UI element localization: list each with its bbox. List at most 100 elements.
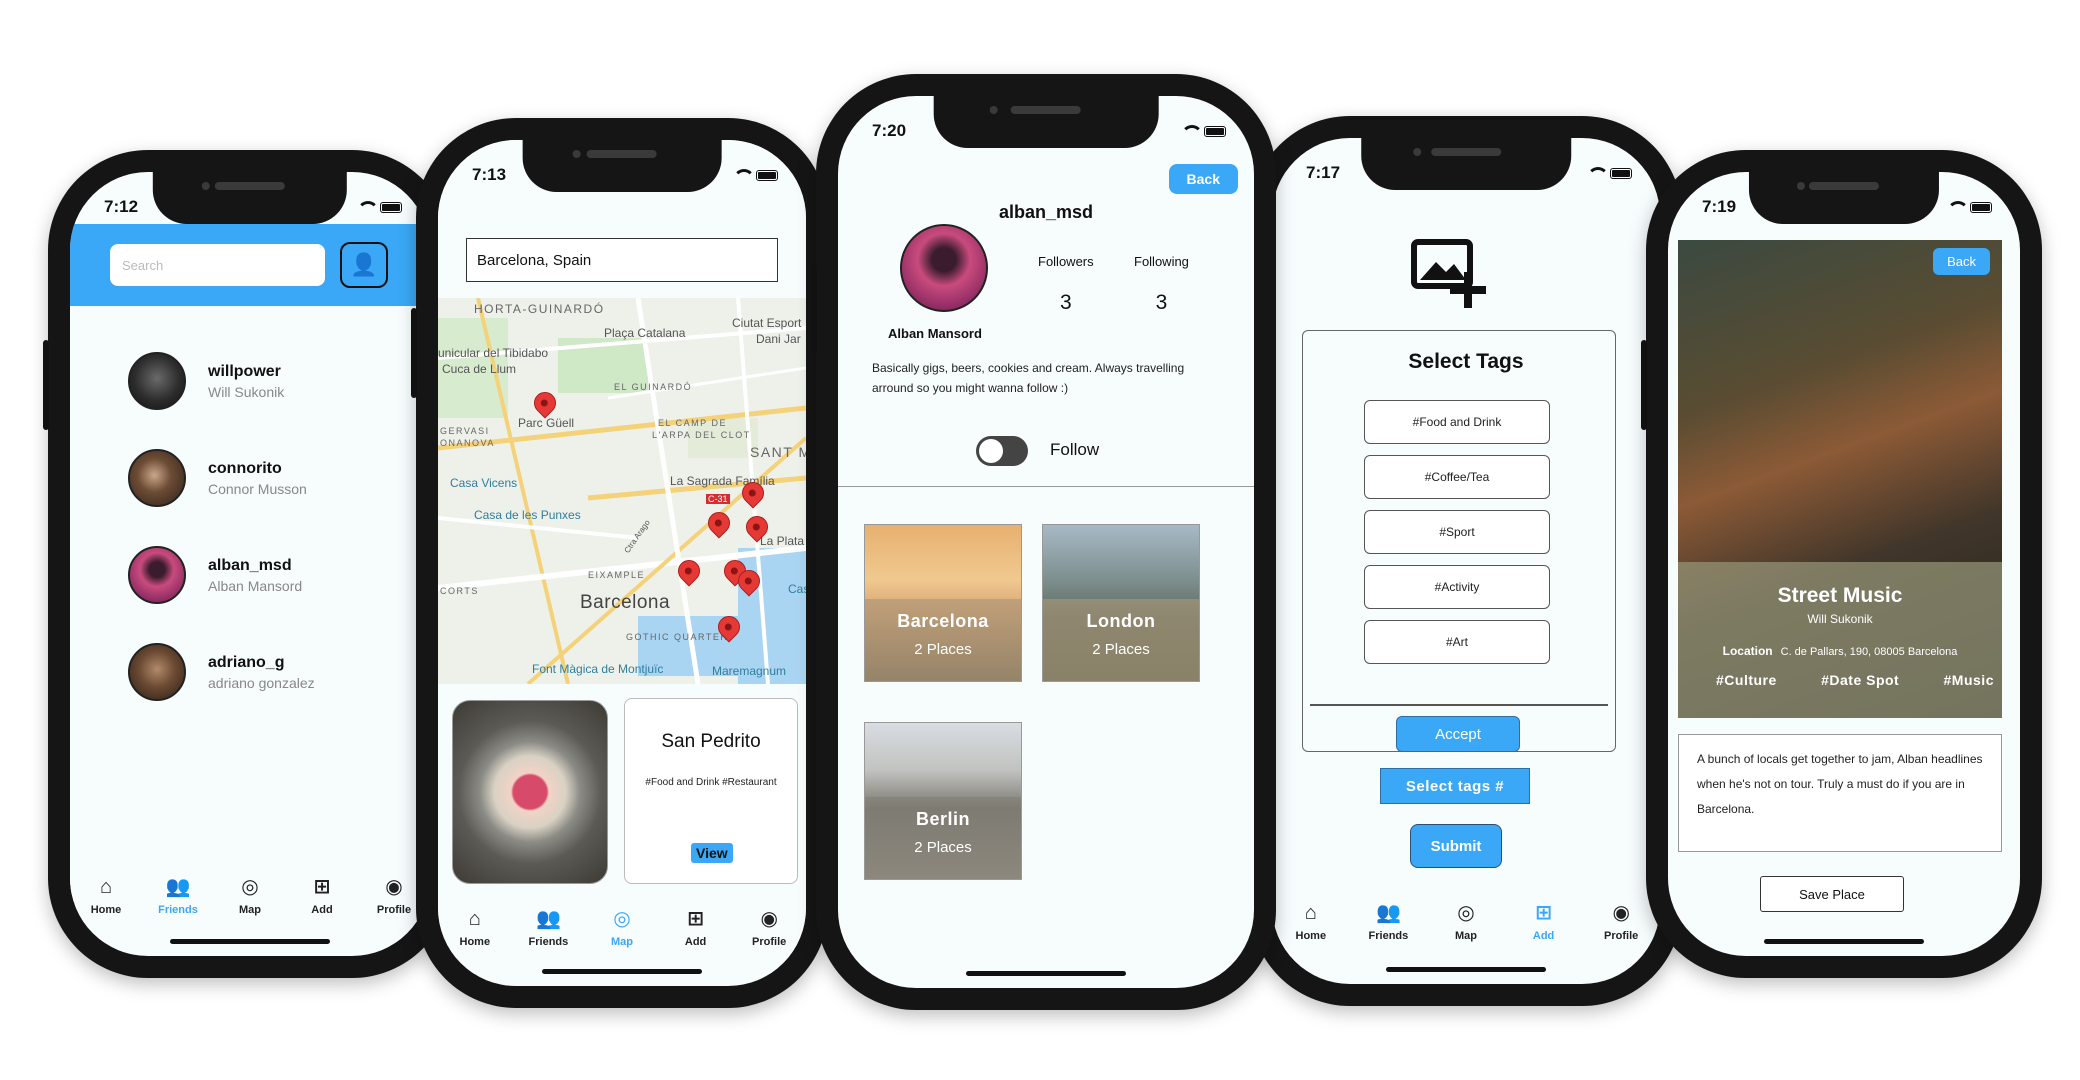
friend-row[interactable]: alban_msd Alban Mansord [128,546,302,604]
friend-username: alban_msd [208,556,292,574]
tab-label: Friends [528,936,569,948]
tab-map[interactable]: ◎ Map [591,908,653,948]
tab-map[interactable]: ◎ Map [219,876,281,916]
city-card[interactable]: Barcelona 2 Places [864,524,1022,682]
friend-name: adriano gonzalez [208,674,315,691]
tab-friends[interactable]: 👥 Friends [1357,902,1419,942]
status-time: 7:17 [1306,163,1341,182]
search-input[interactable] [110,244,325,286]
add-screen: 7:17 Select Tags #Food and Drink #Coffee… [1272,138,1660,984]
map-label: Dani Jar [756,332,801,346]
status-bar: 7:12 [104,192,402,222]
home-indicator [1764,939,1924,944]
map-label: CORTS [440,586,479,596]
tab-friends[interactable]: 👥 Friends [517,908,579,948]
tab-home[interactable]: ⌂ Home [1280,902,1342,942]
tag-option[interactable]: #Sport [1364,510,1550,554]
submit-button[interactable]: Submit [1410,824,1502,868]
home-indicator [1386,967,1546,972]
follow-toggle[interactable] [976,436,1028,466]
follow-label: Follow [1050,440,1100,459]
tab-label: Home [459,936,491,948]
tab-profile[interactable]: ◉ Profile [738,908,800,948]
map-label: unicular del Tibidabo [438,346,549,360]
status-time: 7:13 [472,165,507,184]
tab-home[interactable]: ⌂ Home [444,908,506,948]
tab-add[interactable]: ⊞ Add [1513,902,1575,942]
status-time: 7:12 [104,197,139,216]
place-author: Will Sukonik [1807,612,1873,626]
tag-option[interactable]: #Art [1364,620,1550,664]
phone-friends: 7:12 👤 willpower Will Sukonik connorito Co… [43,150,452,978]
add-friend-button[interactable]: 👤 [340,242,388,288]
status-icons [1947,201,1992,213]
tab-add[interactable]: ⊞ Add [665,908,727,948]
map-label: Barcelona [580,592,671,613]
map-label: C-31 [706,494,730,504]
map-label: L'ARPA DEL CLOT [652,430,751,440]
tab-map[interactable]: ◎ Map [1435,902,1497,942]
map-label: ONANOVA [440,438,495,448]
city-card-label: Berlin 2 Places [865,797,1021,879]
city-card-label: Barcelona 2 Places [865,599,1021,681]
phone-map: 7:13 Barcelona, Spain HORTA-GUINARDÓ Pla… [411,118,828,1008]
place-photo[interactable] [452,700,608,884]
tab-friends[interactable]: 👥 Friends [147,876,209,916]
avatar [900,224,988,312]
map-label: SANT M [750,444,806,460]
wifi-icon [733,169,755,181]
tab-label: Add [1532,930,1555,942]
map-icon: ◎ [613,908,631,930]
profile-username: alban_msd [998,202,1094,222]
back-button[interactable]: Back [1933,248,1990,275]
map-label: Cas [788,582,806,596]
battery-icon [756,169,778,181]
profile-bio: Basically gigs, beers, cookies and cream… [872,361,1185,395]
status-bar: 7:19 [1702,192,1992,222]
profile-icon: ◉ [385,876,403,898]
phone-add: 7:17 Select Tags #Food and Drink #Coffee… [1245,116,1682,1006]
tab-label: Home [90,904,122,916]
map-screen: 7:13 Barcelona, Spain HORTA-GUINARDÓ Pla… [438,140,806,986]
friend-row[interactable]: willpower Will Sukonik [128,352,284,410]
battery-icon [1204,125,1226,137]
phone-place: 7:19 Back Street Music Will Sukonik Loca… [1641,150,2042,978]
followers-stat[interactable]: Followers 3 [1038,254,1094,315]
place-card[interactable]: San Pedrito #Food and Drink #Restaurant … [624,698,798,884]
tag-option[interactable]: #Coffee/Tea [1364,455,1550,499]
tag-option[interactable]: #Activity [1364,565,1550,609]
tab-label: Add [311,904,333,916]
avatar [128,449,186,507]
map-label: Ciutat Esport [732,316,802,330]
map-view[interactable]: HORTA-GUINARDÓ Plaça Catalana Ciutat Esp… [438,298,806,684]
tag-option[interactable]: #Food and Drink [1364,400,1550,444]
tab-label: Map [1454,930,1477,942]
following-label: Following [1134,254,1189,269]
friend-username: willpower [208,362,281,380]
map-label: Plaça Catalana [604,326,686,340]
tab-label: Map [239,904,261,916]
home-indicator [170,939,330,944]
city-card[interactable]: London 2 Places [1042,524,1200,682]
tab-bar: ⌂ Home 👥 Friends ◎ Map ⊞ Add ◉ Profile [70,870,430,942]
tab-add[interactable]: ⊞ Add [291,876,353,916]
home-indicator [542,969,702,974]
tab-profile[interactable]: ◉ Profile [1590,902,1652,942]
home-indicator [966,971,1126,976]
select-tags-button[interactable]: Select tags # [1380,768,1530,804]
following-stat[interactable]: Following 3 [1134,254,1189,315]
status-icons [1181,125,1226,137]
accept-button[interactable]: Accept [1396,716,1520,752]
avatar [128,546,186,604]
friend-row[interactable]: adriano_g adriano gonzalez [128,643,315,701]
location-search-input[interactable]: Barcelona, Spain [466,238,778,282]
add-image-icon[interactable] [1410,238,1486,308]
status-bar: 7:13 [472,160,778,190]
city-card[interactable]: Berlin 2 Places [864,722,1022,880]
tab-home[interactable]: ⌂ Home [75,876,137,916]
view-button[interactable]: View [691,843,733,863]
place-tags: #Food and Drink #Restaurant [645,777,777,788]
back-button[interactable]: Back [1168,164,1238,194]
save-place-button[interactable]: Save Place [1760,876,1904,912]
friend-row[interactable]: connorito Connor Musson [128,449,307,507]
